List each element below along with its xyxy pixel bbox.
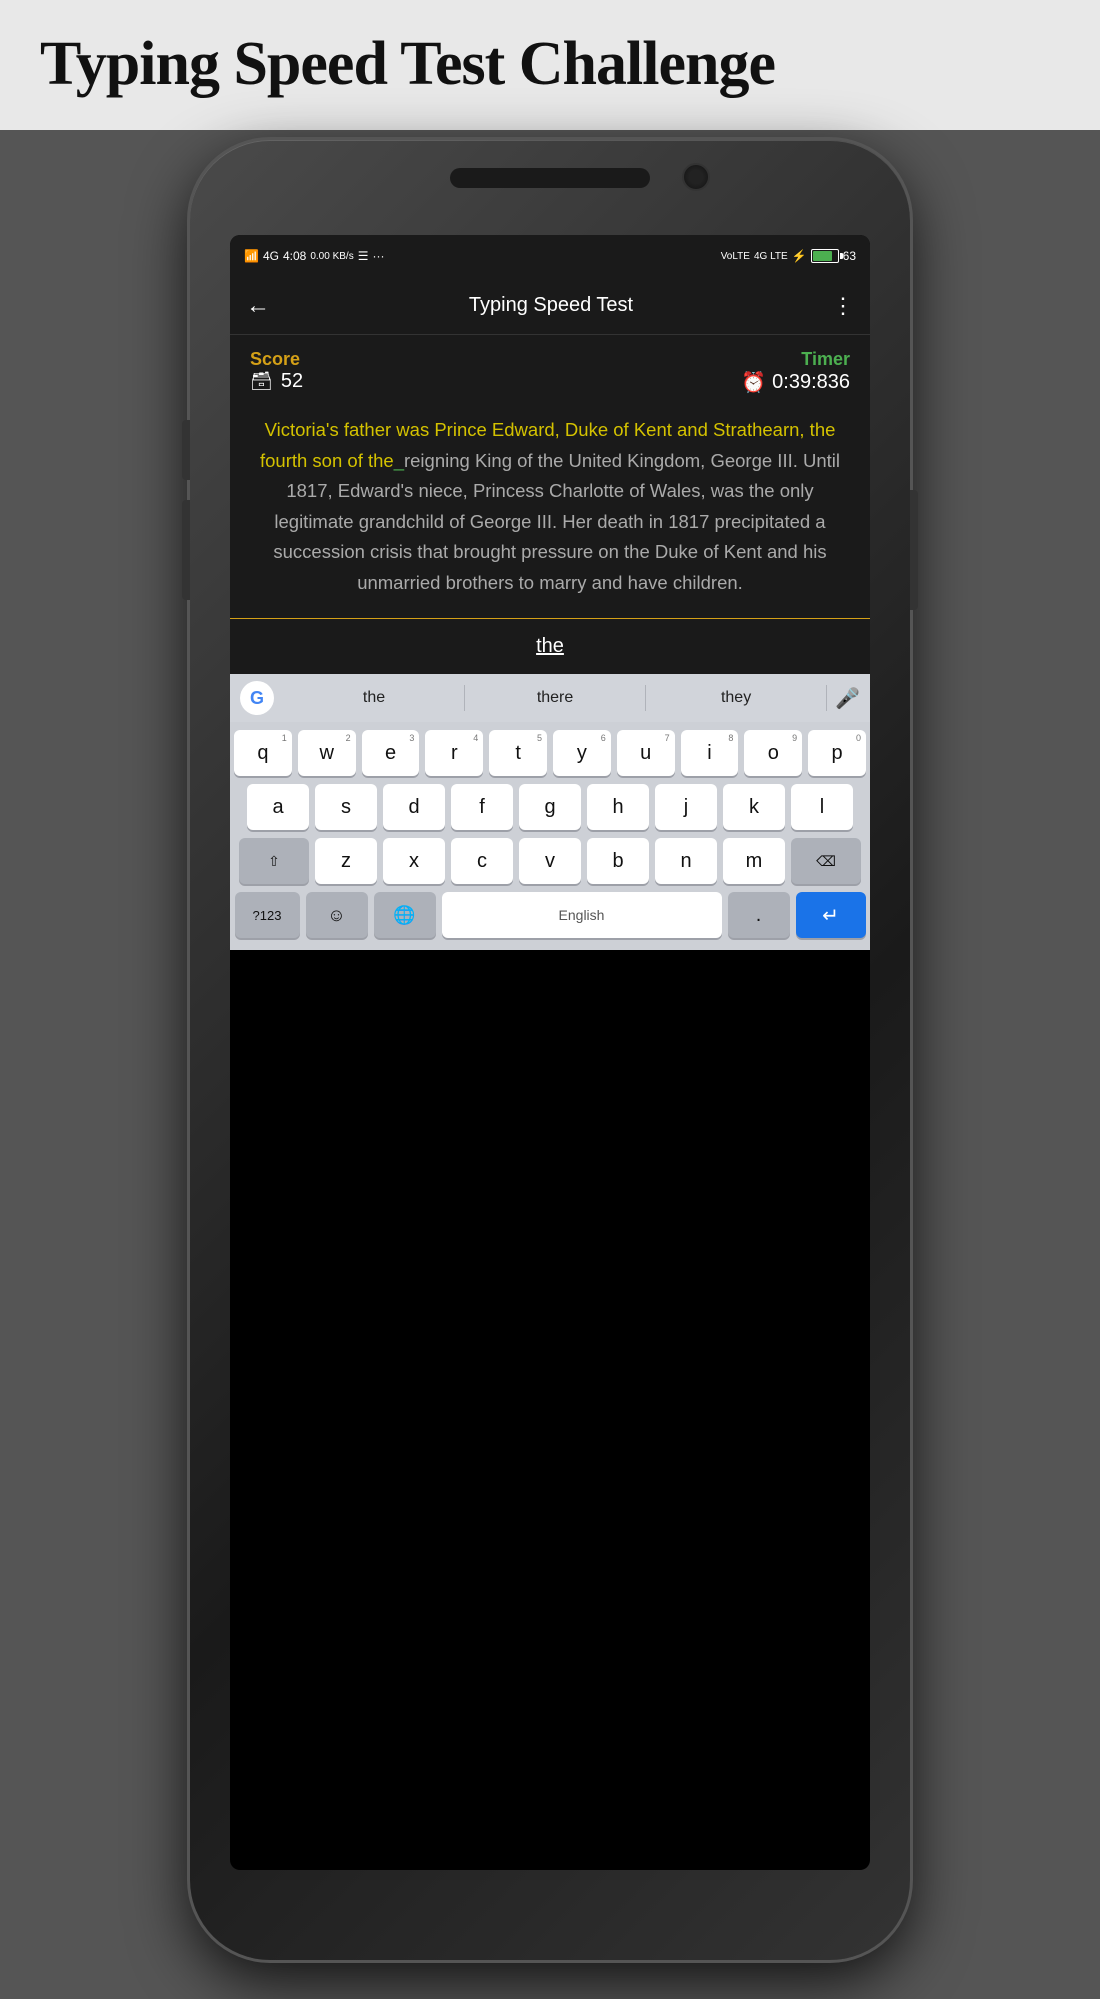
key-i[interactable]: 8i <box>681 730 739 776</box>
backspace-key[interactable]: ⌫ <box>791 838 861 884</box>
suggestion-bar: G the there they 🎤 <box>230 674 870 722</box>
key-t[interactable]: 5t <box>489 730 547 776</box>
signal-icon: 📶 <box>244 249 259 263</box>
key-n[interactable]: n <box>655 838 717 884</box>
key-p[interactable]: 0p <box>808 730 866 776</box>
key-s[interactable]: s <box>315 784 377 830</box>
phone-power-button <box>910 490 918 610</box>
more-options-button[interactable]: ⋮ <box>832 293 854 319</box>
key-y[interactable]: 6y <box>553 730 611 776</box>
lte-label: 4G LTE <box>754 251 788 262</box>
keyboard-row-4: ?123 ☺ 🌐 English . ↵ <box>234 892 866 938</box>
key-f[interactable]: f <box>451 784 513 830</box>
signal-type: 4G <box>263 249 279 263</box>
dots-icon: ··· <box>372 249 384 263</box>
typed-word-display: the <box>250 635 850 658</box>
globe-key[interactable]: 🌐 <box>374 892 436 938</box>
back-button[interactable]: ← <box>246 292 270 320</box>
battery-icon <box>811 249 839 263</box>
key-u[interactable]: 7u <box>617 730 675 776</box>
phone-device: 📶 4G 4:08 0.00 KB/s ☰ ··· VoLTE 4G LTE ⚡ <box>190 140 910 1960</box>
charging-icon: ⚡ <box>792 249 807 263</box>
passage-area: Victoria's father was Prince Edward, Duk… <box>230 405 870 618</box>
key-l[interactable]: l <box>791 784 853 830</box>
suggestion-1[interactable]: the <box>284 685 465 711</box>
key-g[interactable]: g <box>519 784 581 830</box>
page-title: Typing Speed Test Challenge <box>0 0 1100 118</box>
key-e[interactable]: 3e <box>362 730 420 776</box>
score-section: Score 🗃 52 <box>250 349 303 393</box>
key-w[interactable]: 2w <box>298 730 356 776</box>
timer-icon: ⏰ <box>741 370 766 395</box>
shift-key[interactable]: ⇧ <box>239 838 309 884</box>
passage-cursor: _ <box>394 450 404 471</box>
key-b[interactable]: b <box>587 838 649 884</box>
keyboard-row-2: a s d f g h j k l <box>234 784 866 830</box>
period-key[interactable]: . <box>728 892 790 938</box>
key-j[interactable]: j <box>655 784 717 830</box>
timer-value-row: ⏰ 0:39:836 <box>741 370 850 395</box>
key-o[interactable]: 9o <box>744 730 802 776</box>
mic-icon[interactable]: 🎤 <box>835 686 860 711</box>
app-bar-title: Typing Speed Test <box>469 294 633 317</box>
score-value-row: 🗃 52 <box>250 370 303 393</box>
score-icon: 🗃 <box>250 371 273 392</box>
score-value: 52 <box>281 370 303 393</box>
status-right: VoLTE 4G LTE ⚡ 63 <box>721 249 856 263</box>
status-left: 📶 4G 4:08 0.00 KB/s ☰ ··· <box>244 249 384 263</box>
notification-icon: ☰ <box>358 249 369 263</box>
phone-camera <box>682 163 710 191</box>
key-c[interactable]: c <box>451 838 513 884</box>
timer-label: Timer <box>801 349 850 370</box>
battery-percent: 63 <box>843 249 856 263</box>
phone-vol-down-button <box>182 500 190 600</box>
app-bar: ← Typing Speed Test ⋮ <box>230 277 870 335</box>
page-background: Typing Speed Test Challenge 📶 4G 4:08 <box>0 0 1100 1999</box>
data-speed: 0.00 KB/s <box>310 251 353 262</box>
timer-value: 0:39:836 <box>772 371 850 394</box>
key-k[interactable]: k <box>723 784 785 830</box>
suggestion-3[interactable]: they <box>646 685 827 711</box>
status-bar: 📶 4G 4:08 0.00 KB/s ☰ ··· VoLTE 4G LTE ⚡ <box>230 235 870 277</box>
key-v[interactable]: v <box>519 838 581 884</box>
phone-shell: 📶 4G 4:08 0.00 KB/s ☰ ··· VoLTE 4G LTE ⚡ <box>190 140 910 1960</box>
phone-notch <box>450 168 650 188</box>
key-d[interactable]: d <box>383 784 445 830</box>
time-display: 4:08 <box>283 249 306 263</box>
keyboard-row-1: 1q 2w 3e 4r 5t 6y 7u 8i 9o 0p <box>234 730 866 776</box>
space-key[interactable]: English <box>442 892 722 938</box>
score-label: Score <box>250 349 303 370</box>
phone-screen: 📶 4G 4:08 0.00 KB/s ☰ ··· VoLTE 4G LTE ⚡ <box>230 235 870 1870</box>
emoji-key[interactable]: ☺ <box>306 892 368 938</box>
google-logo: G <box>240 681 274 715</box>
enter-key[interactable]: ↵ <box>796 892 866 938</box>
suggestion-2[interactable]: there <box>465 685 646 711</box>
numbers-key[interactable]: ?123 <box>235 892 300 938</box>
key-r[interactable]: 4r <box>425 730 483 776</box>
score-timer-row: Score 🗃 52 Timer ⏰ 0:39:836 <box>230 335 870 405</box>
input-area[interactable]: the <box>230 618 870 674</box>
keyboard: 1q 2w 3e 4r 5t 6y 7u 8i 9o 0p a s <box>230 722 870 950</box>
timer-section: Timer ⏰ 0:39:836 <box>741 349 850 395</box>
key-a[interactable]: a <box>247 784 309 830</box>
key-h[interactable]: h <box>587 784 649 830</box>
key-z[interactable]: z <box>315 838 377 884</box>
key-x[interactable]: x <box>383 838 445 884</box>
phone-vol-up-button <box>182 420 190 480</box>
key-m[interactable]: m <box>723 838 785 884</box>
keyboard-row-3: ⇧ z x c v b n m ⌫ <box>234 838 866 884</box>
key-q[interactable]: 1q <box>234 730 292 776</box>
volte-label: VoLTE <box>721 251 750 262</box>
